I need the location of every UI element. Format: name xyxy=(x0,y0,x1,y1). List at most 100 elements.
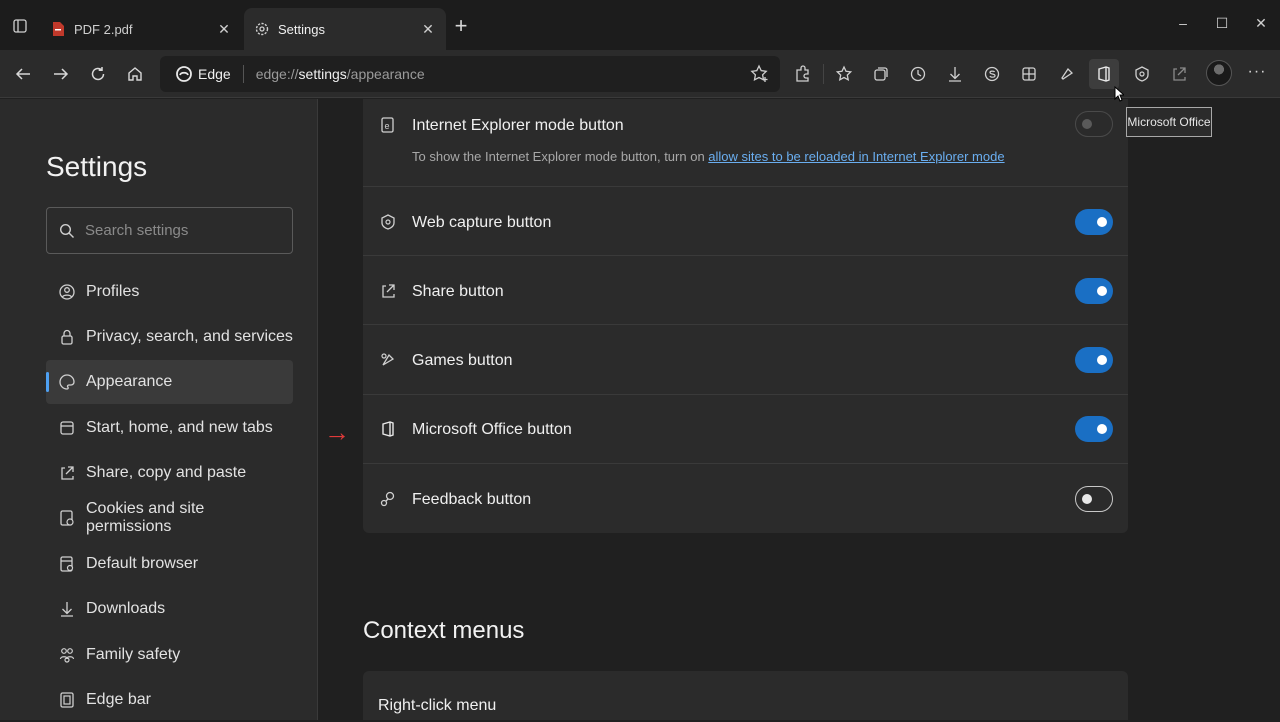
url-suffix: /appearance xyxy=(346,66,425,82)
edge-label: Edge xyxy=(198,66,231,82)
edge-logo-icon xyxy=(176,66,192,82)
setting-description: To show the Internet Explorer mode butto… xyxy=(412,149,1005,164)
back-arrow-icon xyxy=(14,65,32,83)
share-icon xyxy=(378,281,398,301)
browser-icon xyxy=(58,555,76,573)
search-box[interactable] xyxy=(46,207,293,254)
setting-label: Web capture button xyxy=(412,214,552,231)
avatar[interactable] xyxy=(1206,60,1232,86)
feedback-icon xyxy=(378,489,398,509)
setting-row-web-capture: Web capture button xyxy=(363,187,1128,256)
setting-label: Games button xyxy=(412,352,513,369)
apps-icon[interactable] xyxy=(1017,62,1041,86)
home-tabs-icon xyxy=(58,419,76,437)
tab-actions-icon[interactable] xyxy=(8,14,32,38)
sidebar-item-family-safety[interactable]: Family safety xyxy=(46,633,293,677)
setting-row-games: Games button xyxy=(363,325,1128,395)
tab-settings[interactable]: Settings ✕ xyxy=(244,8,446,50)
gear-icon xyxy=(254,21,270,37)
sidebar-item-appearance[interactable]: Appearance xyxy=(46,360,293,404)
sidebar-item-label: Privacy, search, and services xyxy=(86,328,293,345)
search-icon xyxy=(59,223,75,239)
office-toolbar-icon[interactable] xyxy=(1089,59,1119,89)
feedback-toggle[interactable] xyxy=(1075,486,1113,512)
sidebar-item-label: Downloads xyxy=(86,600,166,617)
url-prefix: edge:// xyxy=(255,66,299,82)
search-input[interactable] xyxy=(85,222,275,239)
sidebar-item-downloads[interactable]: Downloads xyxy=(46,587,293,631)
profile-icon xyxy=(58,283,76,301)
close-tab-icon[interactable]: ✕ xyxy=(420,21,436,37)
sidebar-item-label: Appearance xyxy=(86,373,173,390)
sidebar-item-profiles[interactable]: Profiles xyxy=(46,270,293,314)
setting-label: Feedback button xyxy=(412,491,532,508)
sidebar-item-start-home[interactable]: Start, home, and new tabs xyxy=(46,406,293,450)
downloads-icon[interactable] xyxy=(943,62,967,86)
ie-mode-settings-link[interactable]: allow sites to be reloaded in Internet E… xyxy=(708,149,1004,164)
minimize-button[interactable]: – xyxy=(1168,10,1198,36)
skype-icon[interactable] xyxy=(980,62,1004,86)
history-icon[interactable] xyxy=(906,62,930,86)
share-toolbar-icon[interactable] xyxy=(1167,62,1191,86)
ie-mode-icon: e xyxy=(378,115,398,135)
games-icon xyxy=(378,350,398,370)
download-icon xyxy=(58,600,76,618)
maximize-button[interactable]: ☐ xyxy=(1207,10,1237,36)
favorites-icon[interactable] xyxy=(832,62,856,86)
home-icon xyxy=(126,65,144,83)
new-tab-button[interactable]: + xyxy=(450,15,472,38)
sidebar-item-label: Share, copy and paste xyxy=(86,464,247,481)
toolbar-buttons-card: e Internet Explorer mode button To show … xyxy=(363,99,1128,533)
cookies-icon xyxy=(58,509,76,527)
add-favorite-icon[interactable] xyxy=(750,64,770,84)
tab-label: Settings xyxy=(278,21,325,37)
close-tab-icon[interactable]: ✕ xyxy=(216,21,232,37)
collections-icon[interactable] xyxy=(869,62,893,86)
address-bar[interactable]: Edge edge://settings/appearance xyxy=(160,56,780,92)
toolbar: Edge edge://settings/appearance ··· xyxy=(0,50,1280,98)
forward-button[interactable] xyxy=(49,62,73,86)
main-content: → e Internet Explorer mode button To sho… xyxy=(319,99,1280,720)
web-capture-toolbar-icon[interactable] xyxy=(1130,62,1154,86)
ie-mode-toggle[interactable] xyxy=(1075,111,1113,137)
sidebar-item-label: Start, home, and new tabs xyxy=(86,419,273,436)
setting-label: Share button xyxy=(412,283,504,300)
office-icon xyxy=(378,419,398,439)
sidebar-item-privacy[interactable]: Privacy, search, and services xyxy=(46,315,293,359)
games-toggle[interactable] xyxy=(1075,347,1113,373)
setting-label: Internet Explorer mode button xyxy=(412,117,624,134)
extensions-icon[interactable] xyxy=(790,62,814,86)
url-text[interactable]: edge://settings/appearance xyxy=(256,66,425,82)
refresh-button[interactable] xyxy=(86,62,110,86)
sidebar-item-cookies[interactable]: Cookies and site permissions xyxy=(46,496,293,540)
sidebar-item-share[interactable]: Share, copy and paste xyxy=(46,451,293,495)
web-capture-icon xyxy=(378,212,398,232)
more-options-icon[interactable]: ··· xyxy=(1246,62,1268,84)
tab-strip: PDF 2.pdf ✕ Settings ✕ + – ☐ ✕ xyxy=(0,0,1280,50)
divider xyxy=(242,65,244,83)
tab-pdf[interactable]: PDF 2.pdf ✕ xyxy=(40,8,242,50)
web-capture-toggle[interactable] xyxy=(1075,209,1113,235)
back-button[interactable] xyxy=(11,62,35,86)
palette-icon xyxy=(58,373,76,391)
sidebar-item-label: Family safety xyxy=(86,646,181,663)
divider xyxy=(823,64,824,84)
family-icon xyxy=(58,646,76,664)
mouse-cursor-icon xyxy=(1114,86,1124,102)
setting-label: Right-click menu xyxy=(378,697,497,714)
refresh-icon xyxy=(89,65,107,83)
office-toggle[interactable] xyxy=(1075,416,1113,442)
setting-description-text: To show the Internet Explorer mode butto… xyxy=(412,149,709,164)
share-icon xyxy=(58,464,76,482)
red-arrow-icon: → xyxy=(324,417,350,447)
svg-text:e: e xyxy=(385,121,390,131)
share-toggle[interactable] xyxy=(1075,278,1113,304)
close-window-button[interactable]: ✕ xyxy=(1246,10,1276,36)
sidebar: Settings Profiles Privacy, search, and s… xyxy=(0,99,318,720)
context-menus-card[interactable]: Right-click menu xyxy=(363,671,1128,720)
sidebar-item-default-browser[interactable]: Default browser xyxy=(46,542,293,586)
games-toolbar-icon[interactable] xyxy=(1055,62,1079,86)
sidebar-item-edge-bar[interactable]: Edge bar xyxy=(46,678,293,722)
page-title: Settings xyxy=(46,151,148,182)
home-button[interactable] xyxy=(123,62,147,86)
